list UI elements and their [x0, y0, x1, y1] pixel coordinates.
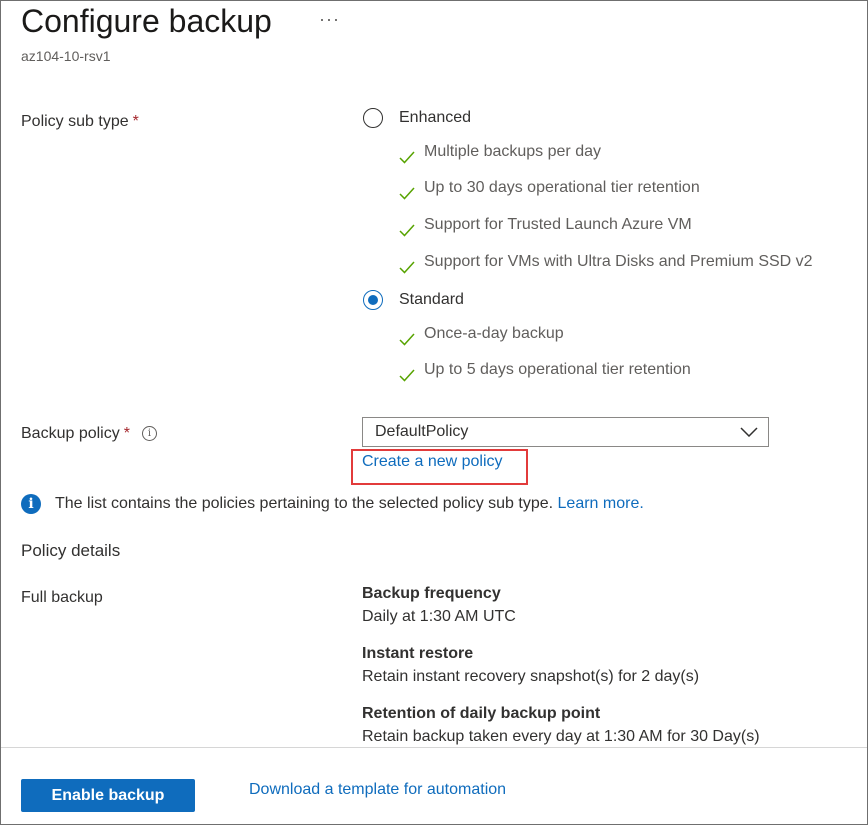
enable-backup-button[interactable]: Enable backup — [21, 779, 195, 812]
backup-policy-label: Backup policy * i — [21, 425, 157, 443]
feature-item: Up to 30 days operational tier retention — [399, 176, 700, 200]
configure-backup-panel: Configure backup ··· az104-10-rsv1 Polic… — [0, 0, 868, 825]
full-backup-label: Full backup — [21, 589, 103, 606]
checkmark-icon — [399, 333, 415, 346]
info-banner-text: The list contains the policies pertainin… — [55, 495, 554, 512]
info-banner: i The list contains the policies pertain… — [21, 494, 644, 514]
detail-text: Retain instant recovery snapshot(s) for … — [362, 668, 700, 685]
checkmark-icon — [399, 151, 415, 164]
detail-title: Instant restore — [362, 645, 474, 662]
feature-item: Support for VMs with Ultra Disks and Pre… — [399, 250, 813, 274]
detail-text: Retain backup taken every day at 1:30 AM… — [362, 728, 760, 745]
checkmark-icon — [399, 187, 415, 200]
feature-text: Up to 30 days operational tier retention — [424, 179, 700, 196]
feature-text: Support for Trusted Launch Azure VM — [424, 216, 692, 233]
feature-text: Up to 5 days operational tier retention — [424, 361, 691, 378]
required-marker: * — [132, 113, 139, 130]
policy-sub-type-label: Policy sub type * — [21, 113, 139, 131]
detail-text: Daily at 1:30 AM UTC — [362, 608, 516, 625]
more-ellipsis-icon[interactable]: ··· — [319, 9, 340, 30]
checkmark-icon — [399, 224, 415, 237]
radio-standard[interactable]: Standard — [363, 290, 464, 310]
radio-standard-label: Standard — [399, 291, 464, 308]
feature-item: Multiple backups per day — [399, 140, 601, 164]
info-icon: i — [21, 494, 41, 514]
page-subtitle: az104-10-rsv1 — [21, 48, 111, 64]
policy-details-heading: Policy details — [21, 541, 121, 560]
learn-more-link[interactable]: Learn more. — [558, 495, 644, 513]
radio-enhanced-label: Enhanced — [399, 109, 472, 126]
backup-policy-dropdown[interactable]: DefaultPolicy — [362, 417, 769, 447]
feature-text: Support for VMs with Ultra Disks and Pre… — [424, 253, 813, 270]
policy-sub-type-label-text: Policy sub type — [21, 113, 129, 130]
info-icon[interactable]: i — [141, 426, 157, 441]
chevron-down-icon — [740, 427, 758, 437]
detail-title: Backup frequency — [362, 585, 501, 602]
feature-text: Once-a-day backup — [424, 325, 564, 342]
feature-text: Multiple backups per day — [424, 143, 601, 160]
page-title: Configure backup — [21, 3, 272, 39]
feature-item: Once-a-day backup — [399, 322, 564, 346]
create-new-policy-link[interactable]: Create a new policy — [362, 453, 503, 471]
download-template-link[interactable]: Download a template for automation — [249, 781, 506, 799]
dropdown-selected-value: DefaultPolicy — [375, 423, 469, 440]
backup-policy-label-text: Backup policy — [21, 425, 120, 442]
detail-title: Retention of daily backup point — [362, 705, 601, 722]
feature-item: Up to 5 days operational tier retention — [399, 358, 691, 382]
required-marker: * — [123, 425, 130, 442]
checkmark-icon — [399, 261, 415, 274]
radio-enhanced[interactable]: Enhanced — [363, 108, 471, 128]
radio-button-enhanced[interactable] — [363, 108, 383, 128]
checkmark-icon — [399, 369, 415, 382]
radio-button-standard[interactable] — [363, 290, 383, 310]
feature-item: Support for Trusted Launch Azure VM — [399, 213, 692, 237]
